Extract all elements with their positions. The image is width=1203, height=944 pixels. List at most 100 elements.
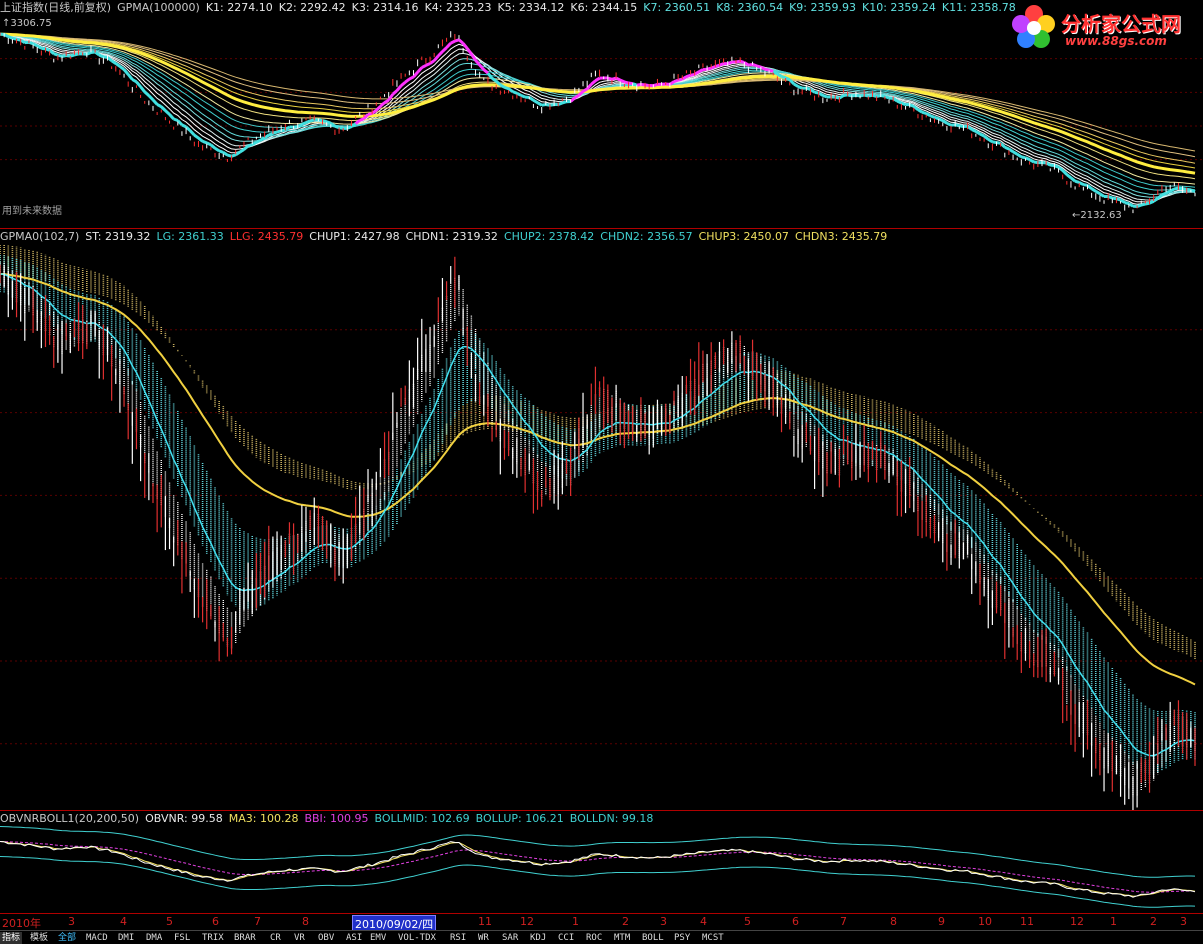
trend-segment <box>1079 182 1083 184</box>
tab-全部[interactable]: 全部 <box>56 932 78 944</box>
trend-segment <box>467 48 471 54</box>
trend-segment <box>686 75 690 76</box>
trend-segment <box>434 56 438 61</box>
logo-url: www.88gs.com <box>1065 34 1167 48</box>
future-data-note: 用到未来数据 <box>2 202 62 217</box>
tab-fsl[interactable]: FSL <box>172 932 192 944</box>
trend-segment <box>550 105 554 106</box>
trend-segment <box>728 62 732 64</box>
logo-title: 分析家公式网 <box>1061 8 1181 37</box>
tab-vr[interactable]: VR <box>292 932 307 944</box>
tab-dmi[interactable]: DMI <box>116 932 136 944</box>
obvnr-indicator-panel[interactable]: OBVNRBOLL1(20,200,50)OBVNR: 99.58MA3: 10… <box>0 810 1203 914</box>
top-header-item: GPMA(100000) <box>117 1 200 14</box>
trend-segment <box>529 97 533 100</box>
tab-asi[interactable]: ASI <box>344 932 364 944</box>
tab-dma[interactable]: DMA <box>144 932 164 944</box>
trend-segment <box>54 54 58 55</box>
tab-brar[interactable]: BRAR <box>232 932 258 944</box>
trend-segment <box>413 72 417 77</box>
trend-segment <box>45 49 49 50</box>
trend-segment <box>620 80 624 82</box>
trend-segment <box>699 70 703 72</box>
tab-mtm[interactable]: MTM <box>612 932 632 944</box>
tab-cr[interactable]: CR <box>268 932 283 944</box>
tab-vol-tdx[interactable]: VOL-TDX <box>396 932 438 944</box>
flower-logo-icon <box>1009 2 1059 52</box>
trend-segment <box>339 128 343 129</box>
tab-emv[interactable]: EMV <box>368 932 388 944</box>
trend-segment <box>1121 200 1125 203</box>
tab-trix[interactable]: TRIX <box>200 932 226 944</box>
tab-boll[interactable]: BOLL <box>640 932 666 944</box>
lg-line <box>0 274 1195 756</box>
trend-segment <box>500 85 504 87</box>
tab-mcst[interactable]: MCST <box>700 932 726 944</box>
tab-cci[interactable]: CCI <box>556 932 576 944</box>
trend-segment <box>1075 181 1079 182</box>
top-chart-panel[interactable]: 上证指数(日线,前复权)GPMA(100000)K1: 2274.10K2: 2… <box>0 0 1203 228</box>
trend-segment <box>645 85 649 86</box>
tab-macd[interactable]: MACD <box>84 932 110 944</box>
gpma-header-item: CHDN1: 2319.32 <box>406 230 498 243</box>
date-tick: 2010年 <box>2 915 41 931</box>
top-header-item: K3: 2314.16 <box>352 1 419 14</box>
trend-segment <box>798 86 802 88</box>
trend-segment <box>128 74 132 79</box>
trend-segment <box>633 84 637 86</box>
trend-segment <box>939 119 943 121</box>
date-tick: 4 <box>700 915 707 928</box>
trend-segment <box>207 143 211 145</box>
tab-wr[interactable]: WR <box>476 932 491 944</box>
trend-segment <box>806 88 810 89</box>
trend-segment <box>232 155 236 156</box>
trend-segment <box>368 113 372 114</box>
trend-segment <box>976 131 980 134</box>
trend-segment <box>277 131 281 132</box>
trend-segment <box>215 148 219 151</box>
trend-segment <box>1046 163 1050 165</box>
trend-segment <box>972 129 976 131</box>
trend-segment <box>736 61 740 62</box>
indicator-tab-bar: 指标模板全部 MACD DMI DMA FSL TRIX BRAR CR VR OBV ASI EMV… <box>0 930 1203 944</box>
trend-segment <box>1145 203 1149 204</box>
trend-segment <box>1170 189 1174 191</box>
tab-sar[interactable]: SAR <box>500 932 520 944</box>
gpma-band-chart[interactable] <box>0 229 1203 811</box>
trend-segment <box>542 104 546 105</box>
trend-segment <box>711 67 715 69</box>
trend-segment <box>157 104 161 106</box>
date-tick: 9 <box>938 915 945 928</box>
trend-segment <box>145 92 149 96</box>
top-header-item: K1: 2274.10 <box>206 1 273 14</box>
trend-segment <box>294 127 298 128</box>
gpma-header-item: ST: 2319.32 <box>85 230 150 243</box>
trend-segment <box>782 77 786 78</box>
trend-segment <box>980 134 984 136</box>
tab-kdj[interactable]: KDJ <box>528 932 548 944</box>
trend-segment <box>4 34 8 36</box>
trend-segment <box>323 121 327 122</box>
trend-segment <box>629 83 633 84</box>
trend-segment <box>41 48 45 49</box>
trend-segment <box>240 150 244 153</box>
trend-segment <box>1174 188 1178 189</box>
trend-segment <box>786 78 790 80</box>
trend-segment <box>571 98 575 102</box>
top-header-item: K11: 2358.78 <box>942 1 1016 14</box>
tab-psy[interactable]: PSY <box>672 932 692 944</box>
trend-segment <box>678 79 682 80</box>
tab-obv[interactable]: OBV <box>316 932 336 944</box>
tab-模板[interactable]: 模板 <box>28 932 50 944</box>
trend-segment <box>265 135 269 138</box>
trend-segment <box>310 120 314 121</box>
tab-rsi[interactable]: RSI <box>448 932 468 944</box>
tab-指标[interactable]: 指标 <box>0 932 22 944</box>
tab-roc[interactable]: ROC <box>584 932 604 944</box>
trend-segment <box>1112 198 1116 199</box>
gpma-indicator-panel[interactable]: GPMA0(102,7)ST: 2319.32LG: 2361.33LLG: 2… <box>0 228 1203 811</box>
ma3-line <box>0 842 1195 897</box>
trend-segment <box>546 104 550 105</box>
trend-segment <box>405 79 409 82</box>
trend-segment <box>1034 162 1038 163</box>
